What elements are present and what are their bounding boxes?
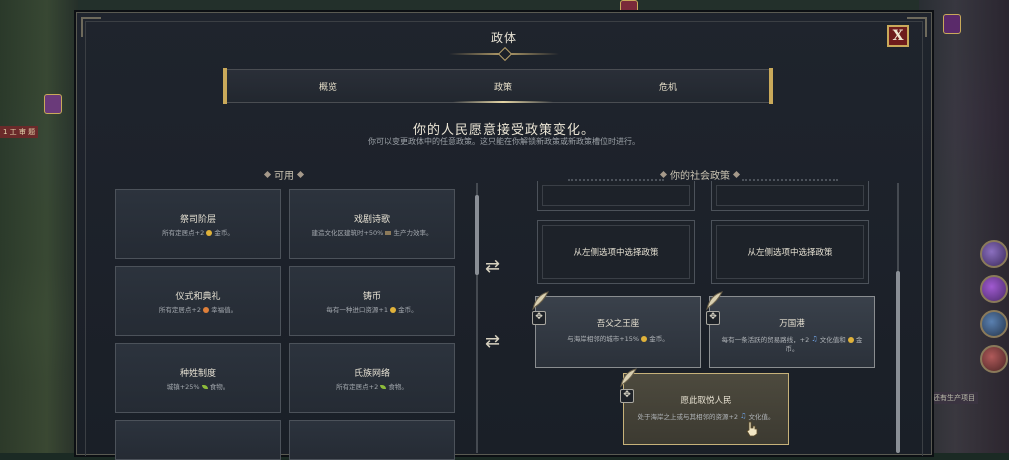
policy-card-partial[interactable] [289, 420, 455, 460]
tab-policies[interactable]: 政策 [443, 70, 563, 103]
policy-card-port-of-nations[interactable]: 万国港 每有一条活跃的贸易路线，+2 ♫ 文化值和 金币。 [709, 296, 875, 368]
map-city-label[interactable]: 1 工 审 题 [0, 126, 39, 138]
ornament-diamond-icon [263, 170, 272, 179]
empty-slot-label: 从左侧选项中选择政策 [747, 248, 833, 258]
gold-icon [390, 307, 397, 313]
social-policies-heading: 你的社会政策 [659, 167, 741, 182]
slot-frame [716, 185, 864, 206]
policy-card-may-it-please[interactable]: 愿此取悦人民 处于海岸之上或与其相邻的资源+2 ♫ 文化值。 [623, 373, 789, 445]
policy-desc: 所有定居点+2 幸福值。 [158, 306, 238, 314]
policy-desc: 所有定居点+2 金币。 [162, 229, 234, 237]
policy-card-caste-system[interactable]: 种姓制度 城镇+25% 食物。 [115, 343, 281, 413]
social-heading-label: 你的社会政策 [670, 171, 730, 182]
close-button[interactable]: X [887, 25, 909, 47]
policy-title: 祭司阶层 [179, 215, 216, 225]
empty-policy-slot[interactable]: 从左侧选项中选择政策 [537, 220, 695, 284]
quill-icon [620, 368, 637, 388]
ornament-diamond-icon [659, 170, 668, 179]
policy-card-partial[interactable] [115, 420, 281, 460]
policy-title: 愿此取悦人民 [680, 396, 732, 406]
policy-change-subline: 你可以变更政体中的任意政策。这只能在你解锁新政策或新政策槽位时进行。 [368, 137, 640, 146]
policy-card-fathers-throne[interactable]: 吾父之王座 与海岸相邻的城市+15% 金币。 [535, 296, 701, 368]
slot-frame [542, 185, 690, 206]
move-icon[interactable]: ✥ [620, 389, 634, 403]
map-action-orb-icon[interactable] [980, 310, 1008, 338]
move-icon[interactable]: ✥ [532, 311, 546, 325]
gold-icon [641, 336, 648, 342]
policy-title: 铸币 [362, 292, 381, 302]
map-unit-badge[interactable] [943, 14, 961, 34]
available-heading-label: 可用 [274, 171, 294, 182]
empty-slot-label: 从左侧选项中选择政策 [573, 248, 659, 258]
policy-slot-partial[interactable] [711, 179, 869, 211]
policy-slot-partial[interactable] [537, 179, 695, 211]
policy-desc: 建造文化区建筑时+50% 生产力效率。 [311, 229, 433, 237]
social-scrollbar-thumb[interactable] [896, 271, 900, 453]
dialog-title: 政体 [490, 31, 517, 45]
move-icon[interactable]: ✥ [706, 311, 720, 325]
food-icon [201, 385, 208, 389]
map-production-label[interactable]: 还有生产项目 [930, 392, 978, 404]
policy-card-priesthood[interactable]: 祭司阶层 所有定居点+2 金币。 [115, 189, 281, 259]
food-icon [380, 385, 387, 389]
tab-crises[interactable]: 危机 [603, 70, 733, 102]
policy-title: 仪式和典礼 [175, 292, 221, 302]
policy-card-clan-network[interactable]: 氏族网络 所有定居点+2 食物。 [289, 343, 455, 413]
culture-icon: ♫ [811, 335, 818, 343]
map-action-orb-icon[interactable] [980, 275, 1008, 303]
happiness-icon [203, 307, 210, 313]
policy-title: 戏剧诗歌 [353, 215, 390, 225]
available-heading: 可用 [263, 167, 305, 182]
available-scrollbar-thumb[interactable] [475, 195, 479, 275]
quill-icon [532, 291, 549, 311]
ornament-diamond-icon [296, 170, 305, 179]
map-action-orb-icon[interactable] [980, 240, 1008, 268]
tab-overview[interactable]: 概览 [263, 70, 393, 102]
map-action-orb-icon[interactable] [980, 345, 1008, 373]
policy-title: 氏族网络 [353, 369, 390, 379]
quill-icon [706, 291, 723, 311]
map-left-edge [0, 0, 78, 453]
gold-icon [206, 230, 213, 236]
empty-policy-slot[interactable]: 从左侧选项中选择政策 [711, 220, 869, 284]
policy-desc: 每有一种进口资源+1 金币。 [326, 306, 418, 314]
gold-icon [847, 336, 854, 343]
swap-arrows-icon[interactable]: ⇄ [485, 333, 500, 351]
policy-desc: 处于海岸之上或与其相邻的资源+2 ♫ 文化值。 [637, 412, 775, 421]
production-icon [385, 231, 392, 235]
policy-title: 吾父之王座 [596, 319, 640, 329]
policy-desc: 与海岸相邻的城市+15% 金币。 [567, 335, 669, 343]
hand-cursor-icon [746, 421, 758, 437]
policy-desc: 城镇+25% 食物。 [166, 383, 230, 391]
policy-desc: 所有定居点+2 食物。 [336, 383, 408, 391]
policy-desc: 每有一条活跃的贸易路线，+2 ♫ 文化值和 金币。 [721, 335, 863, 353]
policy-title: 种姓制度 [179, 369, 216, 379]
map-right-edge [919, 0, 1009, 453]
government-dialog: 政体 概览 政策 危机 你的人民愿意接受政策变化。 你可以变更政体中的任意政策。… [76, 12, 932, 460]
policy-title: 万国港 [779, 319, 805, 329]
tab-bar: 概览 政策 危机 [223, 68, 773, 104]
swap-arrows-icon[interactable]: ⇄ [485, 258, 500, 276]
ornament-diamond-icon [732, 170, 741, 179]
policy-card-theater-poetry[interactable]: 戏剧诗歌 建造文化区建筑时+50% 生产力效率。 [289, 189, 455, 259]
policy-card-rituals[interactable]: 仪式和典礼 所有定居点+2 幸福值。 [115, 266, 281, 336]
map-unit-badge[interactable] [44, 94, 62, 114]
policy-card-coinage[interactable]: 铸币 每有一种进口资源+1 金币。 [289, 266, 455, 336]
